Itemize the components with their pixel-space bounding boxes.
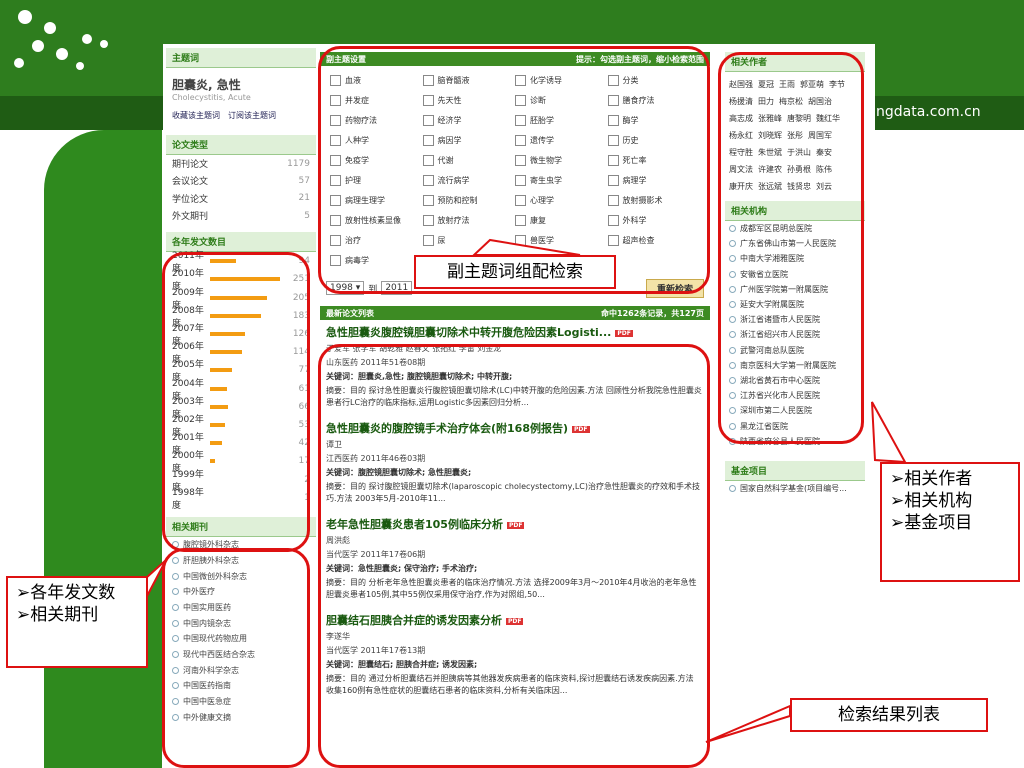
right-callout-line: ➢相关作者 xyxy=(890,469,973,489)
left-callout: ➢各年发文数 ➢相关期刊 xyxy=(6,576,148,668)
right-callout-line: ➢基金项目 xyxy=(890,513,973,533)
subtopic-callout: 副主题词组配检索 xyxy=(414,255,616,289)
right-callout: ➢相关作者 ➢相关机构 ➢基金项目 xyxy=(880,462,1020,582)
right-callout-line: ➢相关机构 xyxy=(890,491,973,511)
right-pointer xyxy=(871,401,907,464)
results-callout: 检索结果列表 xyxy=(790,698,988,732)
subtopic-pointer xyxy=(471,238,581,256)
left-callout-line: ➢各年发文数 xyxy=(16,583,116,603)
callout-pointers xyxy=(145,238,907,743)
left-callout-line: ➢相关期刊 xyxy=(16,605,99,625)
results-pointer xyxy=(705,704,791,743)
left-pointer xyxy=(145,559,167,599)
